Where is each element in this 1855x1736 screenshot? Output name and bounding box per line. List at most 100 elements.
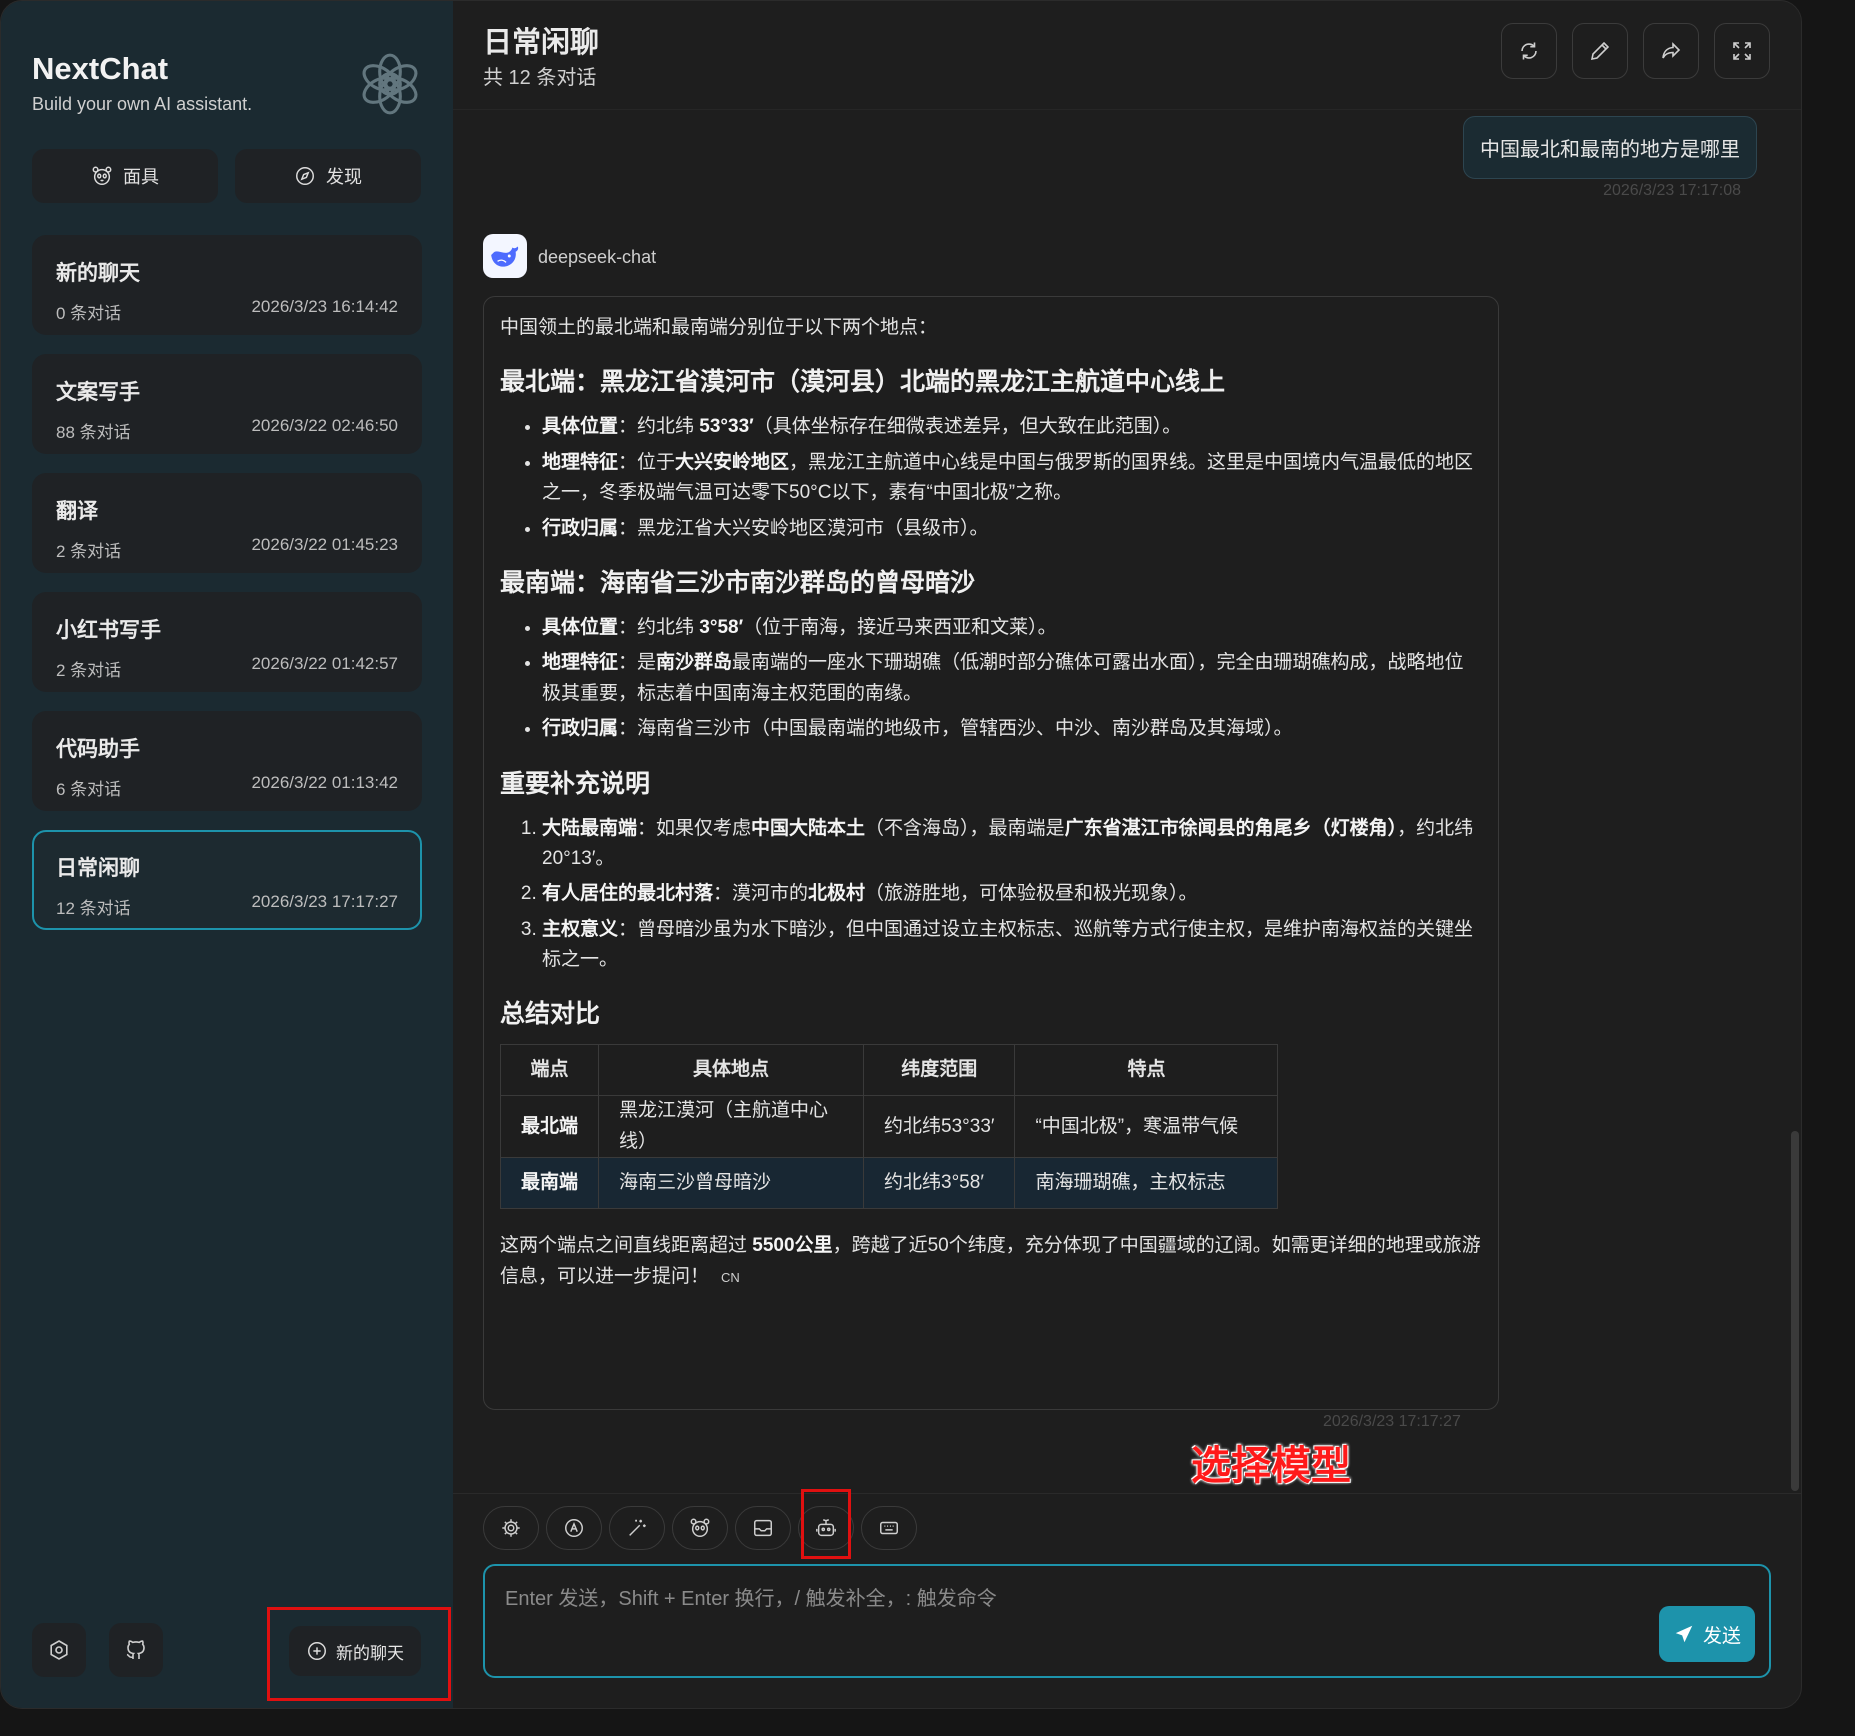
- item-text: （不含海岛），最南端是: [865, 817, 1065, 839]
- github-button[interactable]: [109, 1623, 163, 1677]
- chat-settings-button[interactable]: [483, 1506, 539, 1550]
- list-item: 具体位置：约北纬 3°58′（位于南海，接近马来西亚和文莱）。: [542, 613, 1482, 643]
- list-item: 具体位置：约北纬 53°33′（具体坐标存在细微表述差异，但大致在此范围）。: [542, 412, 1482, 442]
- table-cell: 约北纬53°33′: [863, 1095, 1016, 1159]
- app-window: NextChat Build your own AI assistant. 面具…: [0, 0, 1802, 1709]
- chat-item[interactable]: 小红书写手 2 条对话 2026/3/22 01:42:57: [32, 592, 422, 692]
- panda-mask-icon: [690, 1518, 710, 1537]
- heading-south: 最南端：海南省三沙市南沙群岛的曾母暗沙: [500, 568, 976, 597]
- chat-item-time: 2026/3/22 01:42:57: [251, 654, 398, 673]
- chat-item-time: 2026/3/22 01:13:42: [251, 773, 398, 792]
- item-bold: 广东省湛江市徐闻县的角尾乡（灯楼角）: [1064, 817, 1398, 839]
- list-item: 行政归属：海南省三沙市（中国最南端的地级市，管辖西沙、中沙、南沙群岛及其海域）。: [542, 714, 1482, 744]
- panda-mask-icon: [92, 166, 112, 185]
- settings-icon: [50, 1640, 68, 1660]
- chat-item-time: 2026/3/22 02:46:50: [251, 416, 398, 435]
- fullscreen-icon: [1733, 42, 1751, 60]
- refresh-title-button[interactable]: [1501, 23, 1557, 79]
- shortcut-button[interactable]: [861, 1506, 917, 1550]
- bot-avatar: [483, 234, 527, 278]
- table-cell: 海南三沙曾母暗沙: [598, 1157, 865, 1210]
- item-text: （位于南海，接近马来西亚和文莱）。: [743, 616, 1057, 638]
- app-subtitle: Build your own AI assistant.: [32, 94, 253, 114]
- deepseek-whale-icon: [491, 246, 519, 267]
- table-cell: 最南端: [499, 1157, 600, 1210]
- item-text: （具体坐标存在细微表述差异，但大致在此范围）。: [753, 416, 1182, 438]
- github-icon: [126, 1640, 145, 1659]
- north-list: 具体位置：约北纬 53°33′（具体坐标存在细微表述差异，但大致在此范围）。 地…: [500, 412, 1482, 544]
- message-input-box: 发送: [483, 1564, 1771, 1678]
- item-bold: 北极村: [808, 883, 866, 905]
- header-divider: [453, 109, 1801, 110]
- item-text: （旅游胜地，可体验极昼和极光现象）。: [865, 883, 1198, 905]
- item-text: ：约北纬: [618, 416, 700, 438]
- item-text: ：如果仅考虑: [637, 817, 752, 839]
- chat-item-count: 88 条对话: [56, 423, 131, 442]
- item-text: ：是: [618, 652, 657, 674]
- list-item: 行政归属：黑龙江省大兴安岭地区漠河市（县级市）。: [542, 514, 1482, 544]
- chat-list: 新的聊天 0 条对话 2026/3/23 16:14:42 文案写手 88 条对…: [32, 235, 422, 949]
- sidebar: NextChat Build your own AI assistant. 面具…: [1, 1, 453, 1708]
- mask-button[interactable]: 面具: [32, 149, 218, 203]
- mask-button-toolbar[interactable]: [672, 1506, 728, 1550]
- language-tag: CN: [721, 1269, 740, 1285]
- item-key: 行政归属: [542, 517, 619, 539]
- chat-item-time: 2026/3/23 16:14:42: [251, 297, 398, 316]
- user-message-time: 2026/3/23 17:17:08: [1603, 182, 1741, 199]
- chat-item[interactable]: 文案写手 88 条对话 2026/3/22 02:46:50: [32, 354, 422, 454]
- item-bold: 大兴安岭地区: [675, 451, 790, 473]
- compass-icon: [296, 167, 314, 185]
- clear-context-button[interactable]: [735, 1506, 791, 1550]
- table-row: 最北端 黑龙江漠河（主航道中心线） 约北纬53°33′ “中国北极”，寒温带气候: [499, 1095, 1279, 1159]
- edit-button[interactable]: [1572, 23, 1628, 79]
- heading-north: 最北端：黑龙江省漠河市（漠河县）北端的黑龙江主航道中心线上: [500, 368, 1226, 397]
- table-header-cell: 特点: [1014, 1044, 1279, 1097]
- chat-item-title: 新的聊天: [56, 262, 140, 285]
- chat-item-title: 日常闲聊: [56, 857, 140, 880]
- chat-item[interactable]: 新的聊天 0 条对话 2026/3/23 16:14:42: [32, 235, 422, 335]
- item-key: 主权意义: [542, 918, 619, 940]
- table-header-cell: 具体地点: [598, 1044, 865, 1097]
- item-key: 具体位置: [542, 616, 619, 638]
- chat-scrollbar[interactable]: [1791, 1131, 1799, 1491]
- chat-item-title: 小红书写手: [56, 619, 161, 642]
- table-header-cell: 端点: [499, 1044, 600, 1097]
- settings-icon: [502, 1519, 520, 1537]
- closing-text-part: 这两个端点之间直线距离超过: [500, 1235, 753, 1257]
- chat-item-count: 6 条对话: [56, 780, 122, 799]
- message-input[interactable]: [503, 1580, 1647, 1664]
- settings-button[interactable]: [32, 1623, 86, 1677]
- send-icon: [1675, 1625, 1693, 1643]
- table-cell-bold: 最南端: [521, 1172, 579, 1194]
- chat-item[interactable]: 翻译 2 条对话 2026/3/22 01:45:23: [32, 473, 422, 573]
- item-key: 大陆最南端: [542, 817, 638, 839]
- chat-item-active[interactable]: 日常闲聊 12 条对话 2026/3/23 17:17:27: [32, 830, 422, 930]
- theme-button[interactable]: [546, 1506, 602, 1550]
- comparison-table: 端点 具体地点 纬度范围 特点 最北端 黑龙江漠河（主航道中心线） 约北纬53°…: [499, 1044, 1279, 1210]
- item-text: ：约北纬: [618, 616, 700, 638]
- heading-summary: 总结对比: [500, 1000, 601, 1029]
- bot-message-time: 2026/3/23 17:17:27: [1323, 1413, 1461, 1430]
- chat-item-count: 12 条对话: [56, 899, 131, 918]
- annotation-label: 选择模型: [1191, 1444, 1351, 1488]
- chat-item-time: 2026/3/23 17:17:27: [251, 892, 398, 911]
- share-button[interactable]: [1643, 23, 1699, 79]
- closing-text-bold: 5500公里: [752, 1235, 833, 1257]
- user-message: 中国最北和最南的地方是哪里: [1463, 116, 1757, 179]
- fullscreen-button[interactable]: [1714, 23, 1770, 79]
- pencil-icon: [1590, 41, 1610, 61]
- annotation-box-new-chat: [267, 1607, 451, 1701]
- prompt-button[interactable]: [609, 1506, 665, 1550]
- chat-item-count: 2 条对话: [56, 661, 122, 680]
- send-button[interactable]: 发送: [1659, 1606, 1755, 1662]
- chat-item-time: 2026/3/22 01:45:23: [251, 535, 398, 554]
- table-header-row: 端点 具体地点 纬度范围 特点: [499, 1044, 1279, 1097]
- item-bold: 中国大陆本土: [751, 817, 866, 839]
- chat-item-title: 文案写手: [56, 381, 140, 404]
- list-item: 地理特征：是南沙群岛最南端的一座水下珊瑚礁（低潮时部分礁体可露出水面），完全由珊…: [542, 648, 1482, 709]
- discover-button[interactable]: 发现: [235, 149, 421, 203]
- heading-notes: 重要补充说明: [500, 769, 651, 798]
- item-bold: 南沙群岛: [656, 652, 733, 674]
- chat-item[interactable]: 代码助手 6 条对话 2026/3/22 01:13:42: [32, 711, 422, 811]
- list-item: 有人居住的最北村落：漠河市的北极村（旅游胜地，可体验极昼和极光现象）。: [542, 879, 1482, 909]
